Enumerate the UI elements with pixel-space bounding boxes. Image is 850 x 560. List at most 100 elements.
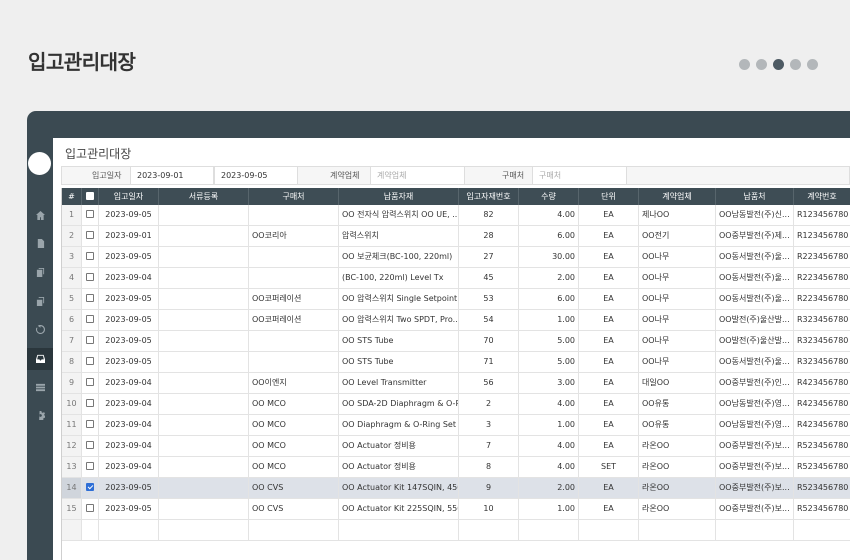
- table-row[interactable]: 3 2023-09-05 OO 보균체크(BC-100, 220ml) 27 30.00…: [62, 247, 850, 268]
- table-row[interactable]: 14 2023-09-05 OO CVS OO Actuator Kit 147SQI…: [62, 478, 850, 499]
- row-checkbox[interactable]: [82, 310, 99, 330]
- row-checkbox[interactable]: [82, 247, 99, 267]
- table-cell: OO Actuator 정비용: [339, 457, 459, 477]
- table-cell: OO나무: [639, 352, 716, 372]
- row-checkbox[interactable]: [82, 457, 99, 477]
- pager-dot[interactable]: [756, 59, 767, 70]
- table-cell: 28: [459, 226, 519, 246]
- data-grid: # 입고일자 서류등록 구매처 납품자재 입고자재번호 수량 단위 계약업체 납품처 계약번호 12…: [61, 188, 850, 560]
- table-cell: 제나OO: [639, 205, 716, 225]
- sidebar-nav-item[interactable]: [27, 319, 53, 341]
- column-header: #: [62, 188, 82, 205]
- row-checkbox[interactable]: [82, 436, 99, 456]
- row-checkbox[interactable]: [82, 394, 99, 414]
- grid-header: # 입고일자 서류등록 구매처 납품자재 입고자재번호 수량 단위 계약업체 납품처 계약번호: [62, 188, 850, 205]
- pager-dot[interactable]: [773, 59, 784, 70]
- table-cell: 2023-09-05: [99, 247, 159, 267]
- table-cell: EA: [579, 205, 639, 225]
- table-cell: [459, 520, 519, 540]
- table-cell: EA: [579, 352, 639, 372]
- table-cell: 10: [62, 394, 82, 414]
- table-cell: R423456780: [794, 415, 850, 435]
- contractor-input[interactable]: 계약업체: [370, 167, 465, 184]
- table-row[interactable]: 2 2023-09-01 OO코리아 압력스위치 28 6.00 EA OO전기 OO중부발전(…: [62, 226, 850, 247]
- table-row[interactable]: 7 2023-09-05 OO STS Tube 70 5.00 EA OO나무 OO발전(주…: [62, 331, 850, 352]
- table-row[interactable]: 10 2023-09-04 OO MCO OO SDA-2D Diaphragm & …: [62, 394, 850, 415]
- row-checkbox[interactable]: [82, 331, 99, 351]
- column-header: 납품처: [716, 188, 794, 205]
- table-row[interactable]: 1 2023-09-05 OO 전자식 압력스위치 OO UE, ... 82 4.00…: [62, 205, 850, 226]
- date-from-input[interactable]: 2023-09-01: [130, 167, 214, 184]
- table-cell: OO동서발전(주)울...: [716, 268, 794, 288]
- table-cell: [159, 478, 249, 498]
- table-row[interactable]: 15 2023-09-05 OO CVS OO Actuator Kit 225SQI…: [62, 499, 850, 520]
- table-cell: 4: [62, 268, 82, 288]
- table-row[interactable]: 11 2023-09-04 OO MCO OO Diaphragm & O-Ring …: [62, 415, 850, 436]
- table-cell: 라온OO: [639, 436, 716, 456]
- inbox-icon: [35, 354, 45, 363]
- pager-dots[interactable]: [739, 59, 818, 70]
- purchaser-input[interactable]: 구매처: [532, 167, 627, 184]
- table-row[interactable]: 13 2023-09-04 OO MCO OO Actuator 정비용 8 4.00 SE…: [62, 457, 850, 478]
- sidebar-nav-item[interactable]: [27, 261, 53, 283]
- table-cell: OO나무: [639, 289, 716, 309]
- table-row[interactable]: 12 2023-09-04 OO MCO OO Actuator 정비용 7 4.00 EA…: [62, 436, 850, 457]
- sidebar-nav-item[interactable]: [27, 347, 53, 370]
- table-cell: R323456780: [794, 352, 850, 372]
- sidebar-nav-item[interactable]: [27, 233, 53, 255]
- table-cell: OO 압력스위치 Single Setpoint...: [339, 289, 459, 309]
- row-checkbox[interactable]: [82, 478, 99, 498]
- content-title: 입고관리대장: [65, 147, 132, 161]
- table-cell: [62, 520, 82, 540]
- table-cell: 9: [459, 478, 519, 498]
- row-checkbox[interactable]: [82, 289, 99, 309]
- avatar[interactable]: [28, 152, 51, 175]
- row-checkbox[interactable]: [82, 373, 99, 393]
- table-cell: OO중부발전(주)보...: [716, 457, 794, 477]
- sidebar-nav-item[interactable]: [27, 405, 53, 427]
- table-cell: OO전기: [639, 226, 716, 246]
- table-cell: OO중부발전(주)보...: [716, 499, 794, 519]
- row-checkbox[interactable]: [82, 415, 99, 435]
- table-cell: 1.00: [519, 310, 579, 330]
- table-row-empty: [62, 520, 850, 541]
- column-header: 서류등록: [159, 188, 249, 205]
- column-header: 구매처: [249, 188, 339, 205]
- table-cell: OO나무: [639, 268, 716, 288]
- row-checkbox[interactable]: [82, 226, 99, 246]
- pager-dot[interactable]: [739, 59, 750, 70]
- table-cell: 7: [62, 331, 82, 351]
- row-checkbox[interactable]: [82, 205, 99, 225]
- table-cell: R523456780: [794, 436, 850, 456]
- table-cell: OO동서발전(주)울...: [716, 289, 794, 309]
- table-cell: OO나무: [639, 331, 716, 351]
- pager-dot[interactable]: [790, 59, 801, 70]
- table-cell: OO STS Tube: [339, 331, 459, 351]
- table-cell: [249, 520, 339, 540]
- row-checkbox[interactable]: [82, 352, 99, 372]
- history-icon: [35, 325, 45, 335]
- table-row[interactable]: 6 2023-09-05 OO코퍼레이션 OO 압력스위치 Two SPDT, Pro…: [62, 310, 850, 331]
- table-cell: 1.00: [519, 499, 579, 519]
- table-cell: 45: [459, 268, 519, 288]
- copy-icon: [36, 267, 44, 277]
- sidebar-nav-item[interactable]: [27, 204, 53, 226]
- table-row[interactable]: 5 2023-09-05 OO코퍼레이션 OO 압력스위치 Single Setpoi…: [62, 289, 850, 310]
- table-cell: R523456780: [794, 499, 850, 519]
- row-checkbox[interactable]: [82, 268, 99, 288]
- sidebar-nav-item[interactable]: [27, 376, 53, 398]
- row-checkbox[interactable]: [82, 499, 99, 519]
- table-cell: 4.00: [519, 394, 579, 414]
- pager-dot[interactable]: [807, 59, 818, 70]
- table-cell: 2023-09-04: [99, 436, 159, 456]
- date-to-input[interactable]: 2023-09-05: [214, 167, 298, 184]
- table-cell: 11: [62, 415, 82, 435]
- sidebar-nav-item[interactable]: [27, 290, 53, 312]
- select-all-checkbox[interactable]: [82, 188, 99, 205]
- table-cell: EA: [579, 373, 639, 393]
- table-row[interactable]: 8 2023-09-05 OO STS Tube 71 5.00 EA OO나무 OO동서발전…: [62, 352, 850, 373]
- table-cell: 3.00: [519, 373, 579, 393]
- sidebar: [27, 138, 53, 560]
- table-row[interactable]: 4 2023-09-04 (BC-100, 220ml) Level Tx 45 2.0…: [62, 268, 850, 289]
- table-row[interactable]: 9 2023-09-04 OO이엔지 OO Level Transmitter 56 3.…: [62, 373, 850, 394]
